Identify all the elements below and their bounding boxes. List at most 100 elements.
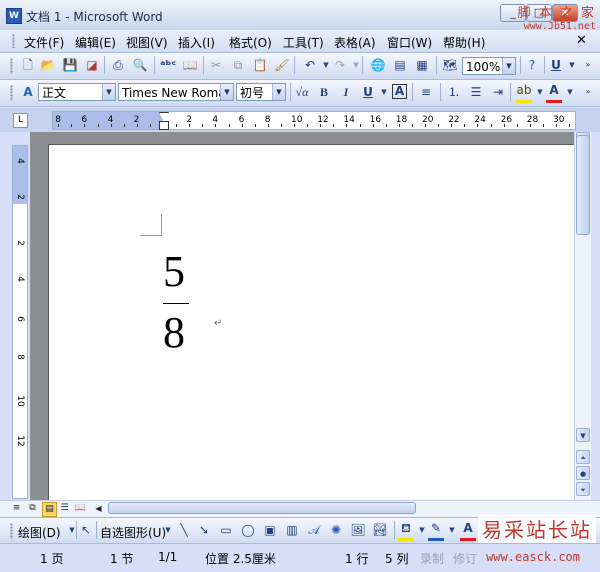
font-color-icon[interactable]: A — [546, 84, 562, 103]
outline-view-icon[interactable]: ☰ — [58, 502, 71, 515]
cut-icon[interactable]: ✂ — [208, 57, 224, 73]
previous-page-icon[interactable]: ⏶ — [576, 450, 590, 464]
chevron-down-icon[interactable]: ▼ — [444, 522, 460, 538]
wordart-icon[interactable]: 𝒜 — [306, 522, 322, 538]
save-icon[interactable]: 💾 — [62, 57, 78, 73]
ruler-tick — [176, 124, 178, 127]
web-layout-icon[interactable]: ⧉ — [26, 502, 39, 515]
undo-icon[interactable]: ↶ — [302, 57, 318, 73]
ruler-number: 14 — [343, 115, 355, 125]
menu-insert[interactable]: 插入(I) — [178, 34, 215, 51]
format-painter-icon[interactable]: 🖌 — [274, 57, 290, 73]
vertical-text-box-icon[interactable]: ▥ — [284, 522, 300, 538]
status-position: 位置 2.5厘米 — [205, 552, 276, 566]
toolbar-grip[interactable] — [10, 85, 13, 101]
rectangle-icon[interactable]: ▭ — [218, 522, 234, 538]
align-center-icon[interactable]: ≡ — [418, 84, 434, 100]
help-icon[interactable]: ? — [524, 57, 540, 73]
arrow-icon[interactable]: ➘ — [196, 522, 212, 538]
toolbar-options-icon[interactable]: » — [580, 57, 596, 73]
zoom-select[interactable]: 100% ▼ — [462, 57, 516, 75]
fill-color-icon[interactable]: ⛾ — [398, 522, 414, 541]
numbering-icon[interactable]: ⒈ — [446, 84, 462, 100]
chevron-down-icon[interactable]: ▼ — [272, 84, 285, 100]
menu-table[interactable]: 表格(A) — [334, 34, 376, 51]
bold-icon[interactable]: B — [316, 84, 332, 100]
print-layout-icon[interactable]: ▤ — [42, 502, 57, 517]
menu-tools[interactable]: 工具(T) — [283, 34, 324, 51]
permission-icon[interactable]: ◪ — [84, 57, 100, 73]
open-folder-icon[interactable]: 📂 — [40, 57, 56, 73]
spelling-icon[interactable]: ᵃᵇᶜ — [160, 57, 176, 73]
menu-window[interactable]: 窗口(W) — [387, 34, 432, 51]
menu-view[interactable]: 视图(V) — [126, 34, 168, 51]
equation-icon[interactable]: √α — [294, 84, 310, 100]
chevron-down-icon[interactable]: ▼ — [220, 84, 233, 100]
paste-icon[interactable]: 📋 — [252, 57, 268, 73]
oval-icon[interactable]: ◯ — [240, 522, 256, 538]
menu-file[interactable]: 文件(F) — [24, 34, 64, 51]
status-record[interactable]: 录制 — [420, 550, 444, 567]
line-icon[interactable]: ╲ — [176, 522, 192, 538]
styles-formatting-icon[interactable]: A — [20, 84, 36, 100]
document-page[interactable] — [48, 144, 575, 501]
font-color-icon[interactable]: A — [460, 522, 476, 541]
font-size-select[interactable]: 初号 ▼ — [236, 83, 286, 101]
reading-layout-icon[interactable]: 📖 — [74, 502, 87, 515]
bullets-icon[interactable]: ☰ — [468, 84, 484, 100]
copy-icon[interactable]: ⧉ — [230, 57, 246, 73]
highlight-icon[interactable]: ab — [516, 84, 532, 103]
indent-icon[interactable]: ⇥ — [490, 84, 506, 100]
line-color-icon[interactable]: ✎ — [428, 522, 444, 541]
print-icon[interactable]: ⎙ — [110, 57, 126, 73]
diagram-icon[interactable]: ✺ — [328, 522, 344, 538]
redo-icon[interactable]: ↷ — [332, 57, 348, 73]
chevron-down-icon[interactable]: ▼ — [502, 58, 515, 74]
scroll-down-icon[interactable]: ▼ — [576, 428, 590, 442]
style-select[interactable]: 正文 ▼ — [38, 83, 116, 101]
document-map-icon[interactable]: 🗺 — [442, 57, 458, 73]
status-track-changes[interactable]: 修订 — [453, 550, 477, 567]
print-preview-icon[interactable]: 🔍 — [132, 57, 148, 73]
tab-selector[interactable]: L — [13, 113, 28, 128]
select-objects-icon[interactable]: ↖ — [78, 522, 94, 538]
normal-view-icon[interactable]: ≡ — [10, 502, 23, 515]
menu-edit[interactable]: 编辑(E) — [75, 34, 116, 51]
menu-help[interactable]: 帮助(H) — [443, 34, 485, 51]
next-page-icon[interactable]: ⏷ — [576, 482, 590, 496]
vertical-ruler[interactable]: 4 2 2 4 6 8 10 12 — [12, 145, 28, 499]
hyperlink-icon[interactable]: 🌐 — [370, 57, 386, 73]
toolbar-grip[interactable] — [10, 58, 13, 74]
chevron-down-icon[interactable]: ▼ — [564, 57, 580, 73]
left-indent-marker[interactable] — [159, 121, 169, 130]
toolbar-grip[interactable] — [10, 523, 13, 539]
font-select[interactable]: Times New Roma ▼ — [118, 83, 234, 101]
clip-art-icon[interactable]: 🖼 — [350, 522, 366, 538]
text-box-icon[interactable]: ▣ — [262, 522, 278, 538]
tables-borders-icon[interactable]: ▤ — [392, 57, 408, 73]
chevron-down-icon[interactable]: ▼ — [102, 84, 115, 100]
underline-icon[interactable]: U — [548, 57, 564, 73]
autoshapes-menu[interactable]: 自选图形(U) — [100, 524, 166, 541]
horizontal-scroll-thumb[interactable] — [108, 502, 416, 514]
vertical-scroll-thumb[interactable] — [576, 135, 590, 235]
scroll-left-icon[interactable]: ◀ — [92, 502, 105, 515]
chevron-down-icon[interactable]: ▼ — [376, 84, 392, 100]
italic-icon[interactable]: I — [338, 84, 354, 100]
horizontal-ruler[interactable]: 8 6 4 2 2 4 6 8 10 12 14 16 18 20 22 24 26 28 30 — [52, 111, 576, 130]
insert-table-icon[interactable]: ▦ — [414, 57, 430, 73]
character-border-icon[interactable]: A — [392, 84, 407, 99]
picture-icon[interactable]: 🏞 — [372, 522, 388, 538]
research-icon[interactable]: 📖 — [182, 57, 198, 73]
select-browse-object-icon[interactable]: ● — [576, 466, 590, 480]
toolbar-options-icon[interactable]: » — [580, 84, 596, 100]
new-document-icon[interactable]: 🗋 — [20, 57, 36, 73]
draw-menu[interactable]: 绘图(D) — [18, 524, 61, 541]
menu-format[interactable]: 格式(O) — [229, 34, 272, 51]
chevron-down-icon[interactable]: ▼ — [160, 522, 176, 538]
close-document-button[interactable]: ✕ — [576, 33, 587, 48]
underline-icon[interactable]: U — [360, 84, 376, 100]
chevron-down-icon[interactable]: ▼ — [562, 84, 578, 100]
word-app-icon[interactable]: W — [6, 8, 22, 24]
menu-grip[interactable] — [12, 34, 15, 48]
